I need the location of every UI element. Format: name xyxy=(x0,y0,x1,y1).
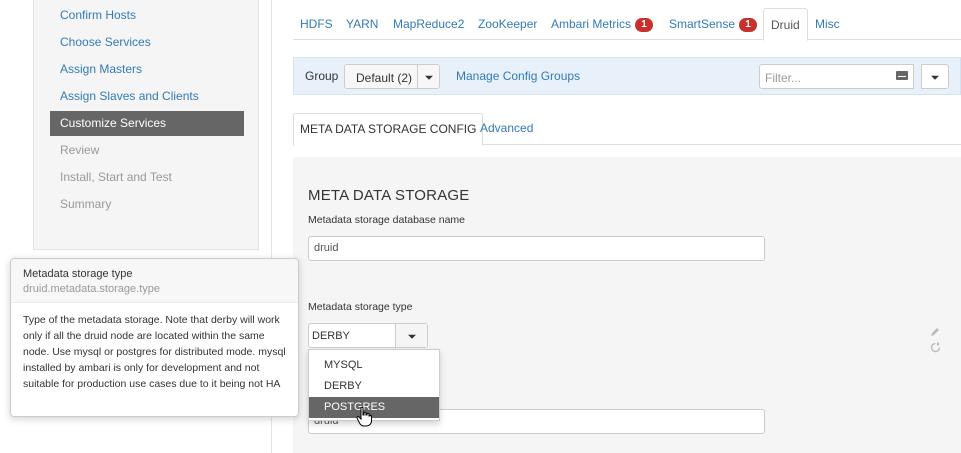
wizard-steps-panel: Confirm Hosts Choose Services Assign Mas… xyxy=(33,0,259,250)
wizard-step-review: Review xyxy=(60,143,100,157)
service-tabs: HDFS YARN MapReduce2 ZooKeeper Ambari Me… xyxy=(293,8,961,41)
option-postgres[interactable]: POSTGRES xyxy=(309,397,439,418)
config-group-bar: Group Default (2) Manage Config Groups F… xyxy=(293,57,961,95)
tab-yarn[interactable]: YARN xyxy=(346,8,378,40)
wizard-step-confirm-hosts[interactable]: Confirm Hosts xyxy=(50,3,244,28)
wizard-step-choose-services[interactable]: Choose Services xyxy=(50,30,244,55)
section-title: META DATA STORAGE xyxy=(308,187,470,204)
tab-smartsense[interactable]: SmartSense 1 xyxy=(669,8,758,40)
db-name-value: druid xyxy=(314,242,339,254)
group-label: Group xyxy=(305,69,339,83)
tab-hdfs[interactable]: HDFS xyxy=(300,8,333,40)
storage-type-dropdown-menu: MYSQL DERBY POSTGRES xyxy=(308,349,440,421)
config-content-panel: META DATA STORAGE Metadata storage datab… xyxy=(293,157,961,453)
wizard-step-install: Install, Start and Test xyxy=(60,170,172,184)
tab-advanced[interactable]: Advanced xyxy=(480,113,533,145)
caret-down-icon xyxy=(424,75,433,80)
tooltip-title: Metadata storage type xyxy=(23,268,133,280)
tab-misc[interactable]: Misc xyxy=(815,8,840,40)
config-sub-tabs: META DATA STORAGE CONFIG Advanced xyxy=(293,113,961,146)
pencil-icon[interactable] xyxy=(930,327,940,337)
filter-dropdown-button[interactable] xyxy=(921,64,949,89)
storage-type-dropdown-toggle[interactable] xyxy=(395,324,427,347)
tooltip-description: Type of the metadata storage. Note that … xyxy=(23,314,286,390)
manage-config-groups-link[interactable]: Manage Config Groups xyxy=(456,69,580,83)
tab-meta-data-storage-config[interactable]: META DATA STORAGE CONFIG xyxy=(293,113,484,146)
config-group-value: Default (2) xyxy=(356,71,413,85)
wizard-step-customize-services[interactable]: Customize Services xyxy=(50,111,244,136)
wizard-step-assign-slaves[interactable]: Assign Slaves and Clients xyxy=(50,84,244,109)
alert-badge: 1 xyxy=(635,18,654,32)
storage-type-label: Metadata storage type xyxy=(308,301,413,313)
tab-druid[interactable]: Druid xyxy=(763,8,808,41)
undo-icon[interactable] xyxy=(930,342,941,353)
filter-placeholder: Filter... xyxy=(765,71,802,85)
caret-down-icon xyxy=(407,334,416,339)
db-name-input[interactable]: druid xyxy=(308,236,765,261)
tab-ambari-metrics[interactable]: Ambari Metrics 1 xyxy=(551,8,654,40)
property-tooltip: Metadata storage type druid.metadata.sto… xyxy=(10,258,299,417)
keyboard-icon xyxy=(896,71,908,80)
alert-badge: 1 xyxy=(739,18,758,32)
tab-smartsense-label: SmartSense xyxy=(669,17,736,31)
wizard-step-summary: Summary xyxy=(60,197,112,211)
filter-input[interactable]: Filter... xyxy=(759,64,914,89)
option-derby[interactable]: DERBY xyxy=(309,376,439,397)
tab-zookeeper[interactable]: ZooKeeper xyxy=(478,8,537,40)
hand-cursor-icon xyxy=(356,407,372,427)
tab-ambari-metrics-label: Ambari Metrics xyxy=(551,17,632,31)
caret-down-icon xyxy=(931,75,939,80)
config-group-dropdown-toggle[interactable] xyxy=(417,65,439,88)
option-mysql[interactable]: MYSQL xyxy=(309,355,439,376)
tooltip-header: Metadata storage type druid.metadata.sto… xyxy=(11,259,298,303)
db-name-label: Metadata storage database name xyxy=(308,214,466,226)
wizard-step-assign-masters[interactable]: Assign Masters xyxy=(50,57,244,82)
config-group-select[interactable]: Default (2) xyxy=(344,64,440,89)
storage-type-value: DERBY xyxy=(312,330,350,342)
storage-type-select[interactable]: DERBY xyxy=(308,323,428,348)
tab-mapreduce2[interactable]: MapReduce2 xyxy=(393,8,464,40)
tooltip-property-name: druid.metadata.storage.type xyxy=(23,283,160,295)
